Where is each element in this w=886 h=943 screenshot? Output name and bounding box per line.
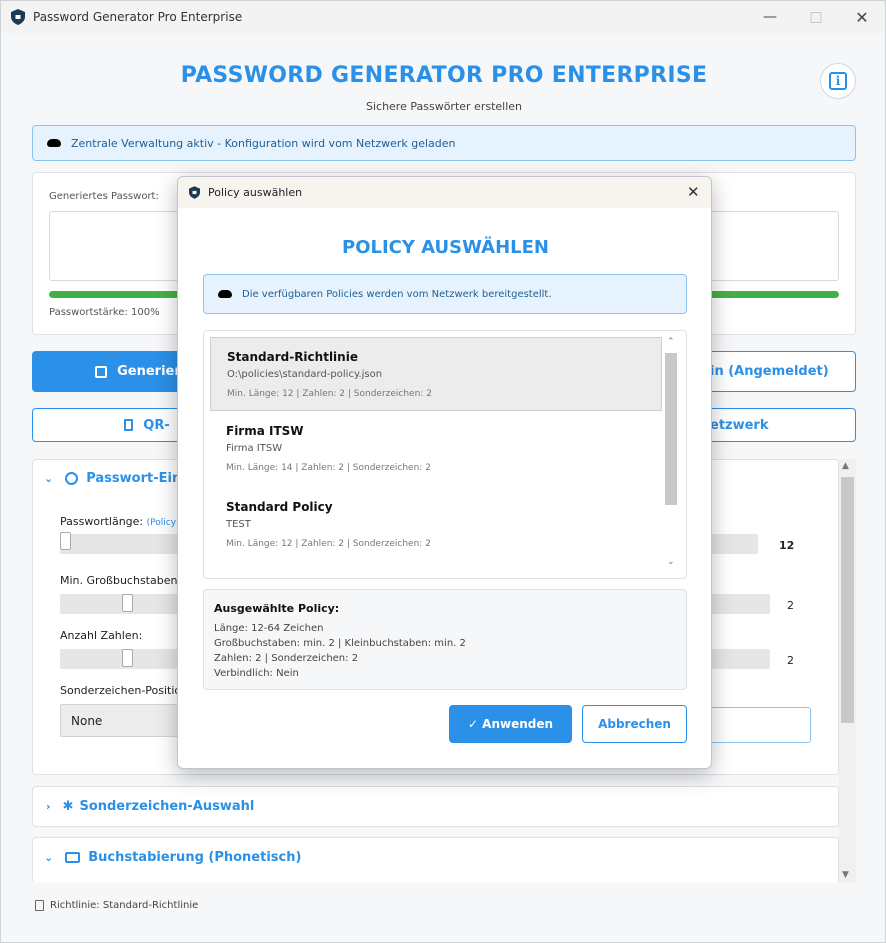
policy-name: Standard-Richtlinie <box>227 350 358 364</box>
position-secondary-field[interactable] <box>701 707 811 743</box>
policy-name: Firma ITSW <box>226 424 304 438</box>
cloud-icon <box>218 290 232 298</box>
clipboard-icon <box>35 900 44 911</box>
digits-label: Anzahl Zahlen: <box>60 629 143 642</box>
length-slider-thumb[interactable] <box>60 532 71 550</box>
dialog-title-bar: Policy auswählen <box>178 177 711 208</box>
page-title: PASSWORD GENERATOR PRO ENTERPRISE <box>180 63 708 88</box>
policy-dialog: Policy auswählen ✕ POLICY AUSWÄHLEN Die … <box>177 176 712 769</box>
upper-label: Min. Großbuchstaben: <box>60 574 182 587</box>
cloud-icon <box>47 139 61 147</box>
settings-section-header[interactable]: ⌄ Passwort-Einst <box>44 471 195 486</box>
dialog-info-banner: Die verfügbaren Policies werden vom Netz… <box>203 274 687 314</box>
chevron-right-icon: › <box>46 800 51 813</box>
length-value: 12 <box>779 539 795 552</box>
main-window: Password Generator Pro Enterprise — □ ✕ … <box>0 0 886 943</box>
policy-meta: Min. Länge: 14 | Zahlen: 2 | Sonderzeich… <box>226 463 431 473</box>
chevron-down-icon: ⌄ <box>44 851 54 864</box>
window-title: Password Generator Pro Enterprise <box>33 10 243 24</box>
selected-policy-length: Länge: 12-64 Zeichen <box>214 623 324 634</box>
policy-meta: Min. Länge: 12 | Zahlen: 2 | Sonderzeich… <box>226 539 431 549</box>
dialog-heading: POLICY AUSWÄHLEN <box>342 237 549 258</box>
upper-slider-thumb[interactable] <box>122 594 133 612</box>
asterisk-icon: ✱ <box>62 799 74 814</box>
minimize-icon[interactable]: — <box>747 1 793 33</box>
apply-button[interactable]: ✓ Anwenden <box>449 705 572 743</box>
scroll-down-icon[interactable]: ▼ <box>842 870 849 880</box>
position-label: Sonderzeichen-Positio <box>60 684 182 697</box>
policy-path: Firma ITSW <box>226 443 283 454</box>
policy-path: O:\policies\standard-policy.json <box>227 369 383 380</box>
shield-icon <box>11 9 25 25</box>
chevron-down-icon[interactable]: ⌄ <box>667 557 675 567</box>
length-label: Passwortlänge: (Policy a <box>60 515 185 528</box>
policy-meta: Min. Länge: 12 | Zahlen: 2 | Sonderzeich… <box>227 389 432 399</box>
dialog-close-icon[interactable]: ✕ <box>687 183 700 201</box>
shield-icon <box>189 186 200 199</box>
generate-icon <box>95 365 108 378</box>
chevron-down-icon: ⌄ <box>44 472 54 485</box>
upper-value: 2 <box>787 599 794 612</box>
scroll-up-icon[interactable]: ▲ <box>842 461 849 471</box>
selected-policy-digits: Zahlen: 2 | Sonderzeichen: 2 <box>214 653 359 664</box>
info-icon: i <box>829 72 847 90</box>
strength-text: Passwortstärke: 100% <box>49 307 160 318</box>
close-icon[interactable]: ✕ <box>839 1 885 33</box>
chevron-up-icon[interactable]: ⌃ <box>667 337 675 347</box>
dialog-info-text: Die verfügbaren Policies werden vom Netz… <box>242 288 552 300</box>
selected-policy-summary: Ausgewählte Policy: Länge: 12-64 Zeichen… <box>203 589 687 690</box>
policy-list: Standard-Richtlinie O:\policies\standard… <box>203 330 687 579</box>
banner-text: Zentrale Verwaltung aktiv - Konfiguratio… <box>71 136 456 150</box>
selected-policy-binding: Verbindlich: Nein <box>214 668 299 679</box>
policy-name: Standard Policy <box>226 500 333 514</box>
digits-value: 2 <box>787 654 794 667</box>
policy-item-firma-itsw[interactable]: Firma ITSW Firma ITSW Min. Länge: 14 | Z… <box>210 412 662 486</box>
selected-policy-heading: Ausgewählte Policy: <box>214 602 340 615</box>
gear-icon <box>65 472 79 485</box>
policy-item-standard-policy[interactable]: Standard Policy TEST Min. Länge: 12 | Za… <box>210 488 662 562</box>
central-management-banner: Zentrale Verwaltung aktiv - Konfiguratio… <box>32 125 856 161</box>
policy-list-scrollbar-thumb[interactable] <box>665 353 677 505</box>
main-scrollbar-thumb[interactable] <box>841 477 854 723</box>
cancel-button[interactable]: Abbrechen <box>582 705 687 743</box>
qr-icon <box>124 419 134 431</box>
policy-path: TEST <box>226 519 251 530</box>
policy-item-standard-richtlinie[interactable]: Standard-Richtlinie O:\policies\standard… <box>210 337 662 411</box>
status-footer: Richtlinie: Standard-Richtlinie <box>35 900 198 911</box>
page-subtitle: Sichere Passwörter erstellen <box>365 100 522 113</box>
info-button[interactable]: i <box>820 63 856 99</box>
phonetic-section-header[interactable]: ⌄ Buchstabierung (Phonetisch) <box>44 850 301 865</box>
keyboard-icon <box>65 852 81 863</box>
special-section-header[interactable]: › ✱ Sonderzeichen-Auswahl <box>46 799 254 814</box>
password-label: Generiertes Passwort: <box>49 191 159 202</box>
dialog-window-title: Policy auswählen <box>208 186 303 199</box>
digits-slider-thumb[interactable] <box>122 649 133 667</box>
maximize-icon: □ <box>809 9 823 25</box>
selected-policy-cases: Großbuchstaben: min. 2 | Kleinbuchstaben… <box>214 638 466 649</box>
